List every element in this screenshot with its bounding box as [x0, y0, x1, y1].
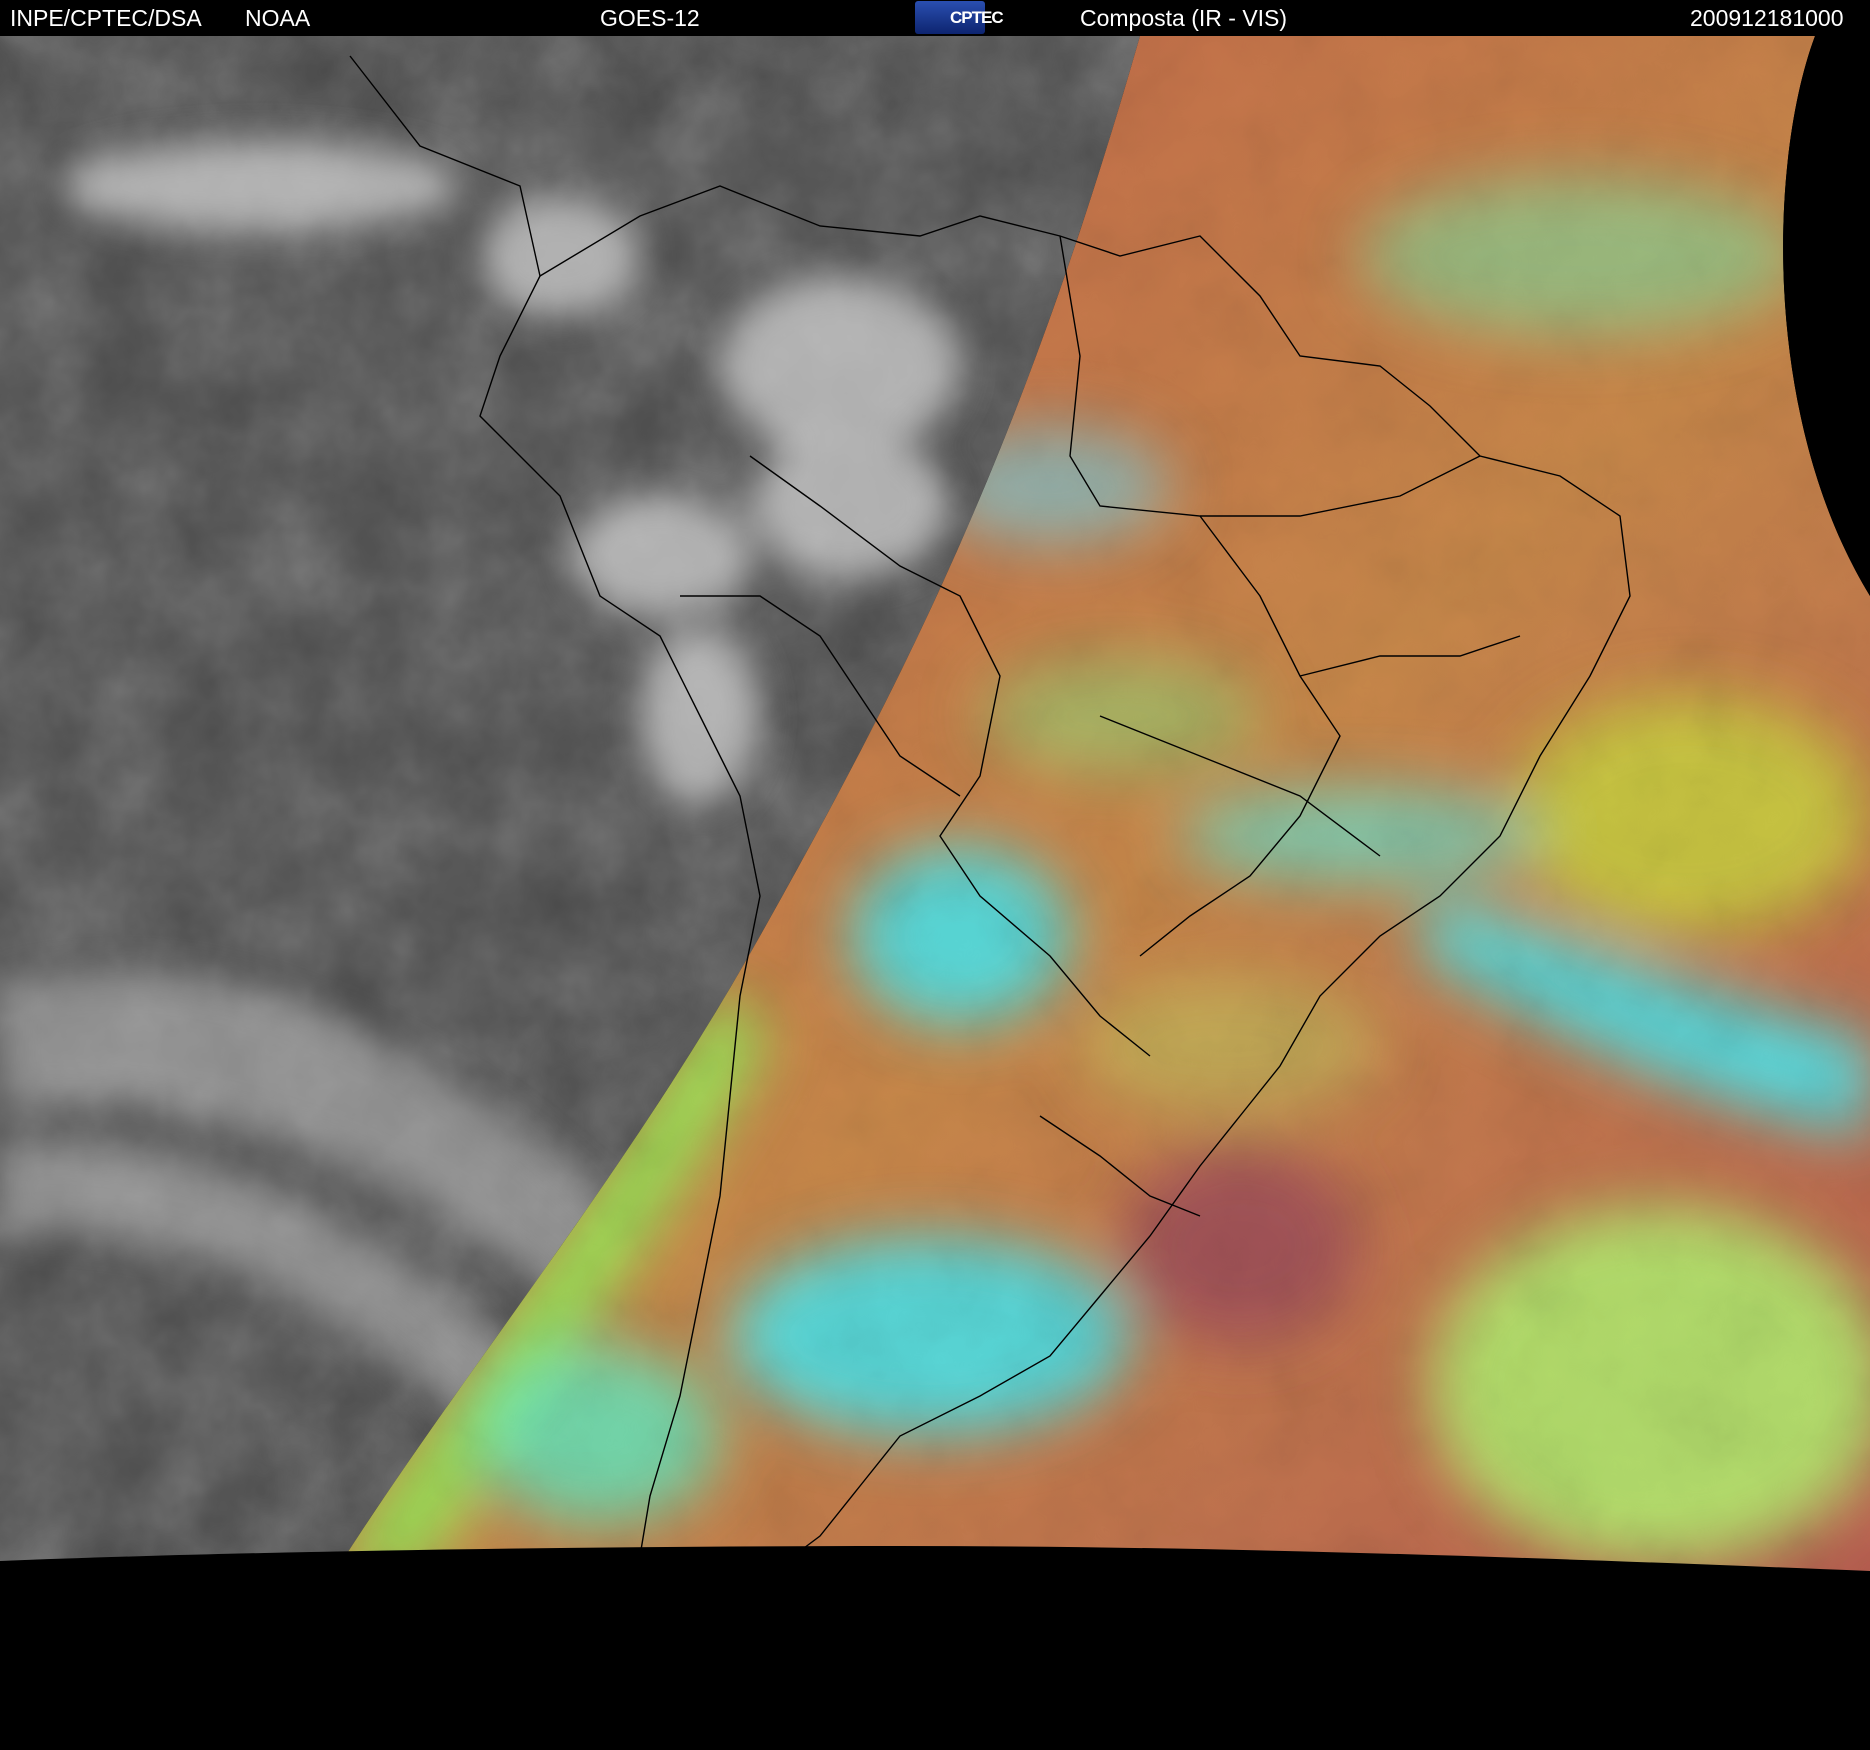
logo-text: CPTEC: [950, 8, 1004, 27]
image-header: INPE/CPTEC/DSA NOAA GOES-12 CPTEC Compos…: [0, 0, 1870, 36]
timestamp-label: 200912181000: [1690, 5, 1844, 31]
earth-disk: [0, 36, 1870, 1571]
agency-label: NOAA: [245, 5, 311, 31]
cptec-logo-icon: CPTEC: [915, 1, 1004, 34]
product-label: Composta (IR - VIS): [1080, 5, 1288, 31]
satellite-imagery: [0, 36, 1870, 1750]
organization-label: INPE/CPTEC/DSA: [10, 5, 202, 31]
composite-image: [0, 36, 1870, 1750]
satellite-label: GOES-12: [600, 5, 700, 31]
